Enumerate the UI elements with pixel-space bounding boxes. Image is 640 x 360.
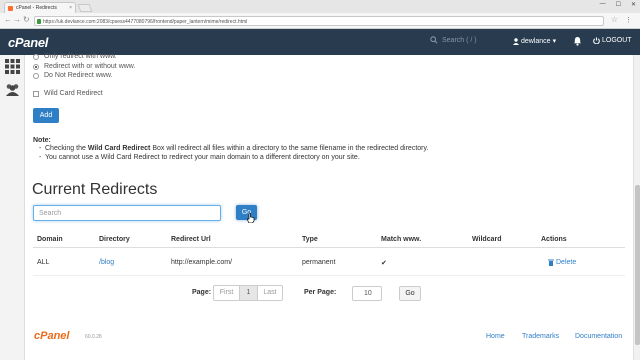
forward-icon[interactable]: → xyxy=(13,15,21,24)
cpanel-header: cPanel Search ( / ) dewlance ▾ LOGOUT xyxy=(0,29,640,55)
main-content: Only redirect with www. Redirect with or… xyxy=(25,53,633,360)
trash-icon xyxy=(548,259,554,266)
bell-icon[interactable] xyxy=(573,36,582,46)
header-search-input[interactable]: Search ( / ) xyxy=(442,37,477,44)
radio-label: Do Not Redirect www. xyxy=(44,72,113,79)
logout-button[interactable]: LOGOUT xyxy=(593,37,632,44)
user-icon xyxy=(513,37,519,45)
address-bar-row: ← → ↻ https://uk.devlance.com:2083/cpses… xyxy=(0,13,640,29)
window-controls: — ☐ ✕ xyxy=(600,1,636,8)
wildcard-redirect-checkbox-row[interactable]: Wild Card Redirect xyxy=(33,90,103,97)
cell-directory-link[interactable]: /blog xyxy=(99,259,114,266)
column-header: Actions xyxy=(541,236,567,243)
radio-with-or-without-www[interactable]: Redirect with or without www. xyxy=(33,63,135,70)
column-header[interactable]: Domain xyxy=(37,236,63,243)
footer-trademarks-link[interactable]: Trademarks xyxy=(522,333,559,340)
table-header: Domain Directory Redirect Url Type Match… xyxy=(33,235,625,248)
maximize-icon[interactable]: ☐ xyxy=(616,1,621,8)
note-text: Box will redirect all files within a dir… xyxy=(150,145,429,152)
new-tab-button[interactable] xyxy=(77,4,93,12)
back-icon[interactable]: ← xyxy=(4,15,12,24)
username: dewlance xyxy=(521,37,551,45)
cell-type: permanent xyxy=(302,259,336,266)
note-text: Checking the xyxy=(45,145,88,152)
scrollbar-thumb[interactable] xyxy=(635,185,640,345)
delete-label: Delete xyxy=(556,259,577,266)
wildcard-label: Wild Card Redirect xyxy=(44,90,103,97)
note-bold-text: Wild Card Redirect xyxy=(87,145,151,152)
browser-menu-icon[interactable]: ⋮ xyxy=(625,16,632,24)
footer-documentation-link[interactable]: Documentation xyxy=(575,333,622,340)
tab-close-icon[interactable]: × xyxy=(69,5,72,11)
radio-button[interactable] xyxy=(33,53,39,60)
radio-label: Redirect with or without www. xyxy=(44,63,136,70)
per-page-label: Per Page: xyxy=(304,289,337,296)
power-icon xyxy=(593,37,600,44)
users-icon[interactable] xyxy=(5,82,20,97)
cell-redirect-url: http://example.com/ xyxy=(171,259,233,266)
pagination: First 1 Last xyxy=(213,285,283,301)
radio-label: Only redirect with www. xyxy=(44,53,117,60)
last-page-button[interactable]: Last xyxy=(257,285,283,301)
column-header[interactable]: Directory xyxy=(99,236,130,243)
checkmark-icon: ✔ xyxy=(381,260,387,267)
footer-home-link[interactable]: Home xyxy=(486,333,505,340)
radio-do-not-redirect-www[interactable]: Do Not Redirect www. xyxy=(33,72,112,79)
browser-tab-bar: cPanel - Redirects × — ☐ ✕ xyxy=(0,0,640,13)
note-heading: Note: xyxy=(33,137,51,144)
column-header[interactable]: Wildcard xyxy=(472,236,502,243)
per-page-go-button[interactable]: Go xyxy=(399,286,421,301)
left-sidebar xyxy=(0,55,25,360)
bookmark-star-icon[interactable]: ☆ xyxy=(611,15,618,24)
browser-tab-title: cPanel - Redirects xyxy=(16,5,57,11)
url-field[interactable]: https://uk.devlance.com:2083/cpsess44770… xyxy=(34,16,604,26)
logout-label: LOGOUT xyxy=(602,37,632,44)
window-close-icon[interactable]: ✕ xyxy=(631,1,636,8)
current-page-button[interactable]: 1 xyxy=(240,285,257,301)
grid-apps-icon[interactable] xyxy=(5,59,20,74)
column-header[interactable]: Match www. xyxy=(381,236,421,243)
column-header[interactable]: Redirect Url xyxy=(171,236,211,243)
hand-cursor-icon xyxy=(247,213,255,223)
radio-only-www[interactable]: Only redirect with www. xyxy=(33,53,117,60)
per-page-input[interactable]: 10 xyxy=(352,286,382,301)
browser-tab[interactable]: cPanel - Redirects × xyxy=(4,2,76,13)
add-button[interactable]: Add xyxy=(33,108,59,123)
note-line-main-domain: You cannot use a Wild Card Redirect to r… xyxy=(39,154,360,161)
user-menu[interactable]: dewlance ▾ xyxy=(513,37,556,45)
cpanel-logo[interactable]: cPanel xyxy=(8,35,48,50)
chevron-down-icon: ▾ xyxy=(552,38,557,45)
lock-icon xyxy=(37,19,41,24)
first-page-button[interactable]: First xyxy=(213,285,240,301)
page-label: Page: xyxy=(192,289,212,296)
wildcard-checkbox[interactable] xyxy=(33,90,39,97)
note-line-wildcard: Checking the Wild Card Redirect Box will… xyxy=(39,145,429,152)
column-header[interactable]: Type xyxy=(302,236,318,243)
minimize-icon[interactable]: — xyxy=(600,1,606,8)
redirect-search-input[interactable]: Search xyxy=(33,205,221,221)
search-icon xyxy=(430,36,438,44)
footer-cpanel-logo: cPanel xyxy=(34,330,70,342)
url-text: https://uk.devlance.com:2083/cpsess44770… xyxy=(43,19,248,25)
reload-icon[interactable]: ↻ xyxy=(23,15,30,24)
footer-version: 60.0.28 xyxy=(85,334,102,340)
table-row: ALL /blog http://example.com/ permanent … xyxy=(33,248,625,276)
page-scrollbar[interactable] xyxy=(633,55,640,360)
current-redirects-title: Current Redirects xyxy=(32,181,158,198)
cell-domain: ALL xyxy=(37,259,50,266)
radio-button[interactable] xyxy=(33,72,39,79)
cpanel-favicon-icon xyxy=(8,6,13,11)
delete-button[interactable]: Delete xyxy=(548,259,576,266)
radio-button-selected[interactable] xyxy=(33,63,39,70)
